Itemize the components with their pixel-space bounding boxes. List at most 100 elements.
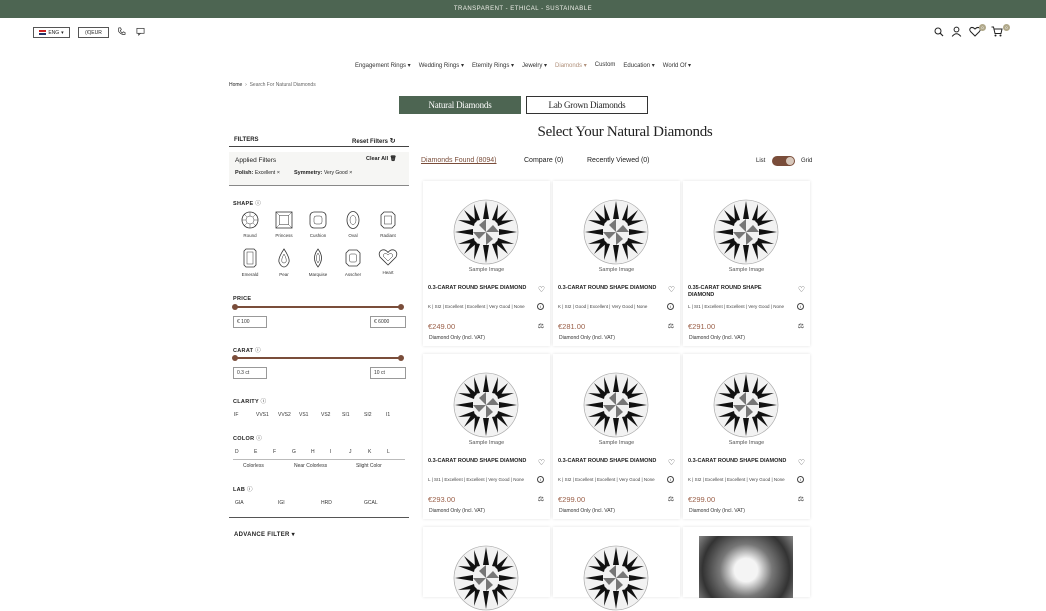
heart-icon[interactable]: ♡ [798, 285, 805, 294]
chat-icon[interactable] [136, 27, 145, 39]
recently-viewed-link[interactable]: Recently Viewed (0) [587, 157, 650, 164]
diamond-card[interactable] [553, 527, 680, 611]
diamond-card[interactable]: Sample Image 0.35-CARAT ROUND SHAPE DIAMO… [683, 181, 810, 346]
lab-option[interactable]: HRD [321, 500, 332, 506]
compare-icon[interactable]: ⚖ [668, 495, 674, 503]
shape-princess[interactable]: Princess [267, 211, 301, 238]
heart-icon[interactable]: ♡ [798, 458, 805, 467]
advance-filter-button[interactable]: ADVANCE FILTER ▾ [234, 531, 295, 538]
diamond-card[interactable]: Sample Image 0.3-CARAT ROUND SHAPE DIAMON… [553, 354, 680, 519]
shape-oval[interactable]: Oval [336, 211, 370, 238]
compare-icon[interactable]: ⚖ [538, 495, 544, 503]
language-selector[interactable]: ENG ▾ [33, 27, 70, 38]
tab-lab-grown-diamonds[interactable]: Lab Grown Diamonds [526, 96, 648, 114]
color-option[interactable]: I [330, 449, 331, 455]
nav-item-eternity-rings[interactable]: Eternity Rings ▾ [472, 62, 514, 72]
diamond-card[interactable] [683, 527, 810, 598]
compare-icon[interactable]: ⚖ [668, 322, 674, 330]
color-option[interactable]: D [235, 449, 239, 455]
shape-emerald[interactable]: Emerald [233, 248, 267, 277]
clarity-option[interactable]: VVS2 [278, 412, 291, 418]
clarity-option[interactable]: VS1 [299, 412, 308, 418]
shape-cushion[interactable]: Cushion [301, 211, 335, 238]
shape-radiant[interactable]: Radiant [371, 211, 405, 238]
diamond-name[interactable]: 0.3-CARAT ROUND SHAPE DIAMOND [428, 458, 528, 465]
heart-icon[interactable]: ♡ [668, 285, 675, 294]
compare-link[interactable]: Compare (0) [524, 157, 563, 164]
lab-option[interactable]: GIA [235, 500, 244, 506]
grid-view-label[interactable]: Grid [801, 158, 812, 164]
color-option[interactable]: H [311, 449, 315, 455]
info-icon[interactable]: ⓘ [255, 201, 261, 207]
remove-symmetry-icon[interactable]: × [349, 170, 352, 176]
info-icon[interactable]: i [797, 476, 804, 483]
clarity-option[interactable]: VVS1 [256, 412, 269, 418]
tab-natural-diamonds[interactable]: Natural Diamonds [399, 96, 521, 114]
info-icon[interactable]: ⓘ [255, 348, 261, 354]
account-icon[interactable] [951, 26, 962, 40]
compare-icon[interactable]: ⚖ [538, 322, 544, 330]
heart-icon[interactable]: ♡ [538, 458, 545, 467]
info-icon[interactable]: i [537, 303, 544, 310]
carat-slider-min-handle[interactable] [232, 355, 238, 361]
breadcrumb-home[interactable]: Home [229, 82, 242, 88]
cart-icon[interactable] [991, 26, 1003, 40]
carat-max-input[interactable]: 10 ct [370, 367, 406, 379]
price-slider-track[interactable] [235, 306, 402, 308]
reset-filters-button[interactable]: Reset Filters ↻ [352, 137, 396, 145]
shape-pear[interactable]: Pear [267, 248, 301, 277]
clear-all-button[interactable]: Clear All 🗑 [366, 156, 397, 162]
color-option[interactable]: J [349, 449, 352, 455]
nav-item-wedding-rings[interactable]: Wedding Rings ▾ [419, 62, 464, 72]
nav-item-jewelry[interactable]: Jewelry ▾ [522, 62, 547, 72]
carat-slider-max-handle[interactable] [398, 355, 404, 361]
shape-asscher[interactable]: Asscher [336, 248, 370, 277]
info-icon[interactable]: ⓘ [247, 487, 253, 493]
diamond-card[interactable]: Sample Image 0.3-CARAT ROUND SHAPE DIAMON… [683, 354, 810, 519]
nav-item-world-of[interactable]: World Of ▾ [663, 62, 691, 72]
shape-heart[interactable]: Heart [371, 248, 405, 275]
clarity-option[interactable]: SI1 [342, 412, 350, 418]
diamond-name[interactable]: 0.3-CARAT ROUND SHAPE DIAMOND [688, 458, 788, 465]
price-min-input[interactable]: € 100 [233, 316, 267, 328]
search-icon[interactable] [934, 27, 944, 40]
price-slider-min-handle[interactable] [232, 304, 238, 310]
diamonds-found-link[interactable]: Diamonds Found (8094) [421, 157, 497, 164]
diamond-name[interactable]: 0.3-CARAT ROUND SHAPE DIAMOND [558, 458, 658, 465]
shape-round[interactable]: Round [233, 211, 267, 238]
info-icon[interactable]: ⓘ [256, 436, 262, 442]
remove-polish-icon[interactable]: × [277, 170, 280, 176]
diamond-name[interactable]: 0.3-CARAT ROUND SHAPE DIAMOND [558, 285, 658, 292]
clarity-option[interactable]: I1 [386, 412, 390, 418]
color-option[interactable]: L [387, 449, 390, 455]
heart-icon[interactable]: ♡ [668, 458, 675, 467]
info-icon[interactable]: i [667, 303, 674, 310]
carat-slider-track[interactable] [235, 357, 402, 359]
price-max-input[interactable]: € 6000 [370, 316, 406, 328]
lab-option[interactable]: GCAL [364, 500, 378, 506]
diamond-card[interactable] [423, 527, 550, 611]
price-slider-max-handle[interactable] [398, 304, 404, 310]
diamond-name[interactable]: 0.3-CARAT ROUND SHAPE DIAMOND [428, 285, 528, 292]
color-option[interactable]: G [292, 449, 296, 455]
clarity-option[interactable]: SI2 [364, 412, 372, 418]
diamond-card[interactable]: Sample Image 0.3-CARAT ROUND SHAPE DIAMON… [553, 181, 680, 346]
info-icon[interactable]: ⓘ [261, 399, 267, 405]
color-option[interactable]: K [368, 449, 371, 455]
info-icon[interactable]: i [537, 476, 544, 483]
shape-marquise[interactable]: Marquise [301, 248, 335, 277]
list-view-label[interactable]: List [756, 158, 765, 164]
clarity-option[interactable]: IF [234, 412, 238, 418]
nav-item-education[interactable]: Education ▾ [623, 62, 654, 72]
compare-icon[interactable]: ⚖ [798, 322, 804, 330]
info-icon[interactable]: i [797, 303, 804, 310]
diamond-name[interactable]: 0.35-CARAT ROUND SHAPE DIAMOND [688, 285, 788, 299]
heart-icon[interactable]: ♡ [538, 285, 545, 294]
clarity-option[interactable]: VS2 [321, 412, 330, 418]
info-icon[interactable]: i [667, 476, 674, 483]
carat-min-input[interactable]: 0.3 ct [233, 367, 267, 379]
nav-item-diamonds[interactable]: Diamonds ▾ [555, 62, 587, 72]
color-option[interactable]: F [273, 449, 276, 455]
nav-item-engagement-rings[interactable]: Engagement Rings ▾ [355, 62, 411, 72]
lab-option[interactable]: IGI [278, 500, 285, 506]
